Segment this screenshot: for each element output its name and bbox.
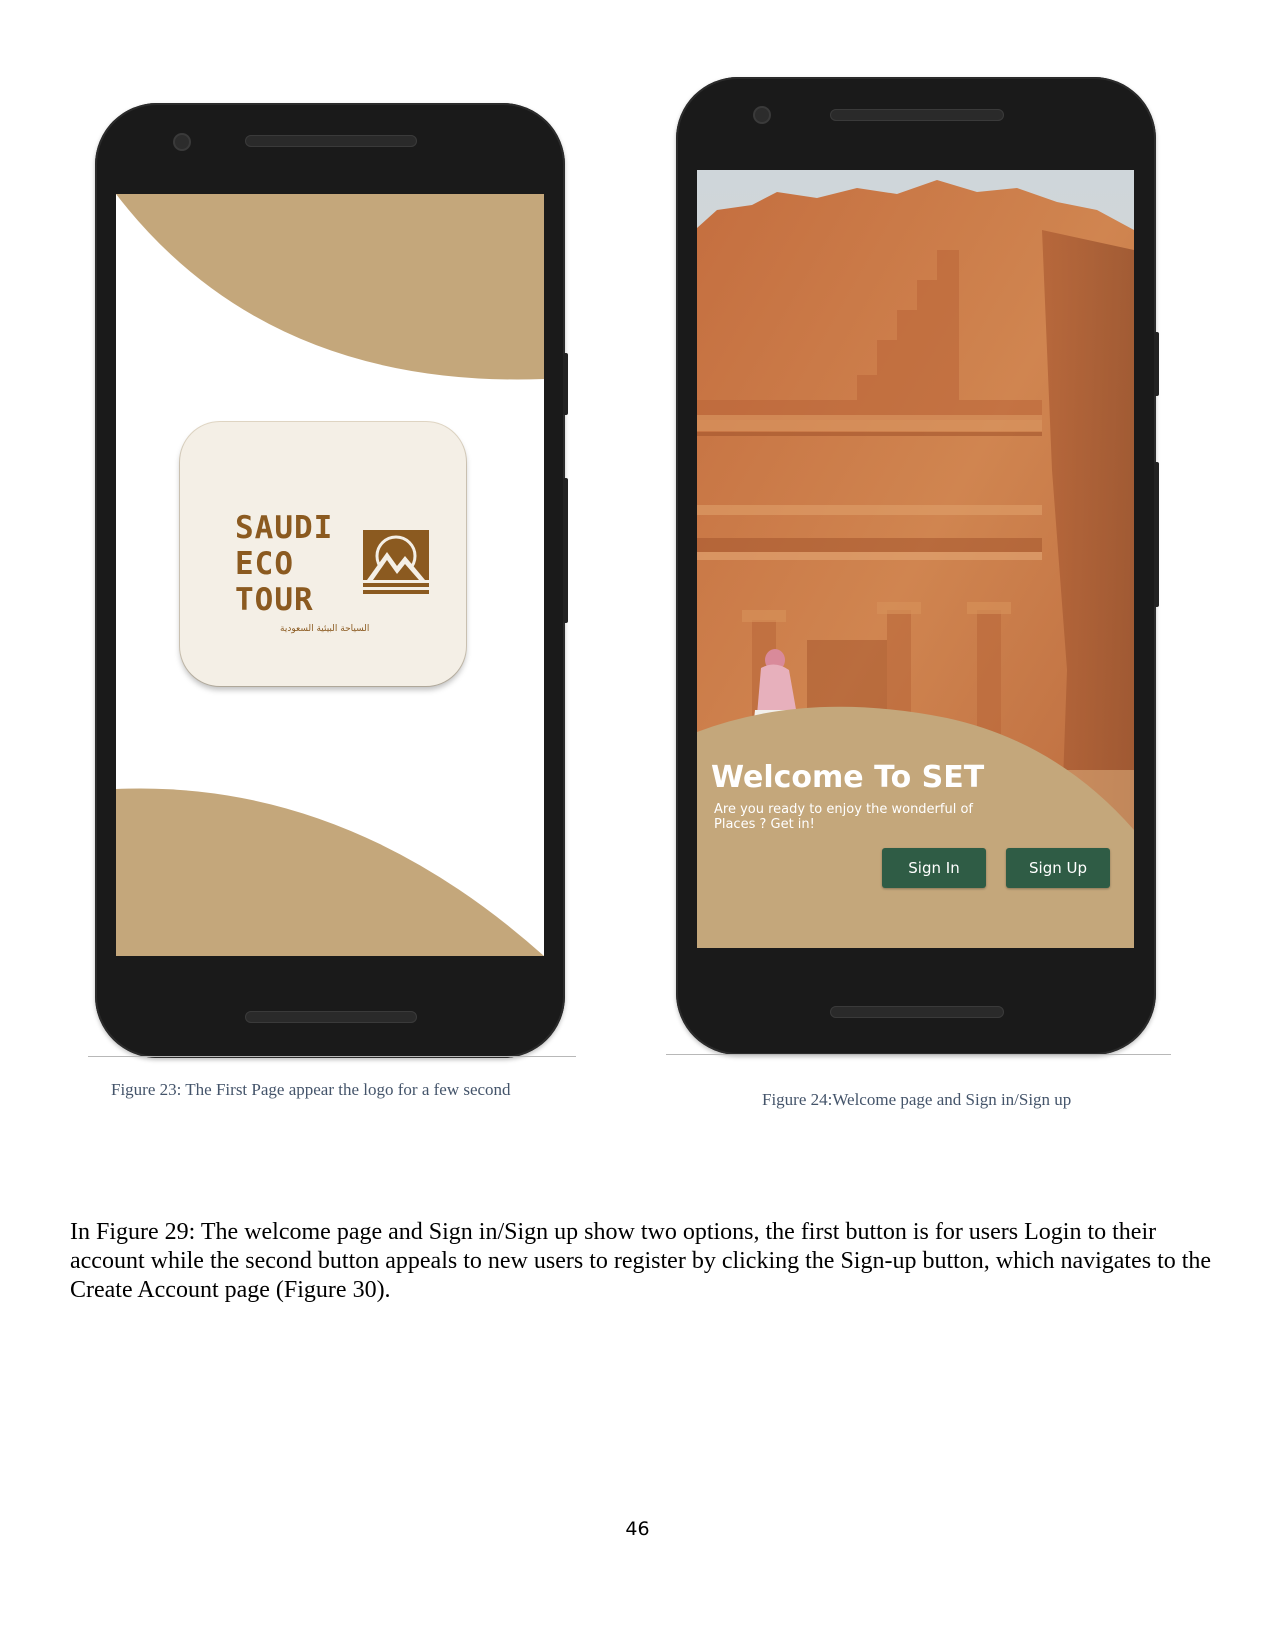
top-arc-shape: [116, 194, 544, 380]
welcome-subtitle: Are you ready to enjoy the wonderful of …: [714, 802, 973, 832]
earpiece-speaker: [245, 135, 417, 147]
sign-in-button[interactable]: Sign In: [882, 848, 986, 888]
mountain-sun-icon: [363, 530, 429, 594]
figure23-caption: Figure 23: The First Page appear the log…: [111, 1080, 511, 1099]
logo-text-eco: ECO: [235, 546, 294, 582]
power-button: [563, 478, 568, 623]
logo-arabic-tagline: السياحة البيئية السعودية: [280, 624, 370, 634]
logo-text-saudi: SAUDI: [235, 510, 334, 546]
bottom-speaker: [830, 1006, 1004, 1018]
logo-text-tour: TOUR: [235, 582, 314, 618]
figure23-divider: [88, 1056, 576, 1057]
power-button: [1154, 462, 1159, 607]
phone-frame-splash: SAUDI ECO TOUR السياحة البيئية السعودية: [95, 103, 568, 1058]
bottom-speaker: [245, 1011, 417, 1023]
earpiece-speaker: [830, 109, 1004, 121]
phone-frame-welcome: Welcome To SET Are you ready to enjoy th…: [676, 77, 1159, 1055]
body-paragraph: In Figure 29: The welcome page and Sign …: [70, 1219, 1212, 1303]
bottom-arc-shape: [116, 788, 544, 956]
front-camera-icon: [175, 135, 189, 149]
volume-button: [1154, 332, 1159, 396]
app-logo-card: SAUDI ECO TOUR السياحة البيئية السعودية: [180, 422, 466, 686]
page-number: 46: [625, 1518, 650, 1540]
figure24-divider: [666, 1054, 1171, 1055]
welcome-screen: Welcome To SET Are you ready to enjoy th…: [697, 170, 1134, 948]
front-camera-icon: [755, 108, 769, 122]
figure24-caption: Figure 24:Welcome page and Sign in/Sign …: [762, 1090, 1072, 1109]
volume-button: [563, 353, 568, 415]
splash-screen: SAUDI ECO TOUR السياحة البيئية السعودية: [116, 194, 544, 956]
sign-up-button[interactable]: Sign Up: [1006, 848, 1110, 888]
welcome-title: Welcome To SET: [711, 760, 985, 795]
